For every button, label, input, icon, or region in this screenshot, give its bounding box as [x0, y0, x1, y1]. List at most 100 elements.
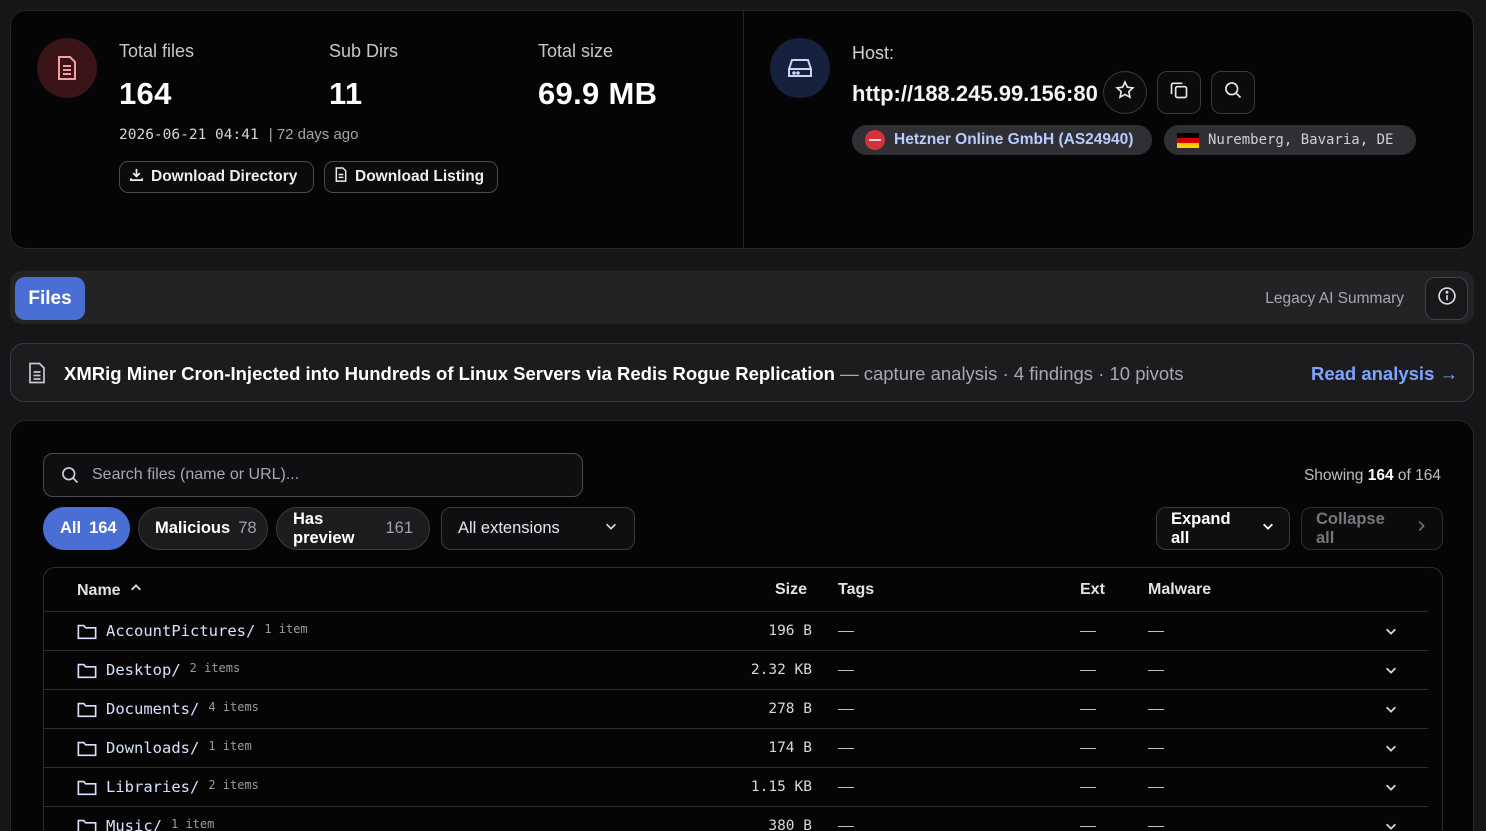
tab-files[interactable]: Files [15, 277, 85, 320]
folder-name[interactable]: Downloads/ [106, 739, 199, 757]
folder-name[interactable]: Libraries/ [106, 778, 199, 796]
chevron-down-icon [604, 519, 618, 538]
chevron-down-icon [1384, 624, 1398, 638]
analysis-summary: XMRig Miner Cron-Injected into Hundreds … [64, 363, 1184, 385]
download-listing-button[interactable]: Download Listing [324, 161, 498, 193]
table-row[interactable]: AccountPictures/1 item 196 B [44, 611, 1428, 650]
showing-number: 164 [1367, 467, 1394, 484]
file-name-cell[interactable]: Documents/4 items [77, 690, 259, 728]
folder-name[interactable]: Documents/ [106, 700, 199, 718]
folder-icon [77, 662, 97, 679]
table-row[interactable]: Libraries/2 items 1.15 KB [44, 767, 1428, 806]
extensions-select[interactable]: All extensions [441, 507, 635, 550]
analysis-banner[interactable]: XMRig Miner Cron-Injected into Hundreds … [10, 343, 1474, 402]
table-row[interactable]: Documents/4 items 278 B [44, 689, 1428, 728]
file-name-cell[interactable]: AccountPictures/1 item [77, 612, 308, 650]
tags-empty [838, 651, 854, 689]
malware-empty [1148, 690, 1164, 728]
malware-empty [1148, 651, 1164, 689]
total-size-stat: Total size 69.9 MB [538, 41, 657, 112]
table-row[interactable]: Downloads/1 item 174 B [44, 728, 1428, 767]
total-files-value: 164 [119, 76, 172, 111]
host-url[interactable]: http://188.245.99.156:80 [852, 81, 1098, 107]
showing-count: Showing 164 of 164 [1304, 467, 1441, 485]
folder-name[interactable]: Music/ [106, 817, 162, 831]
copy-url-button[interactable] [1157, 71, 1201, 114]
file-name-cell[interactable]: Music/1 item [77, 807, 214, 831]
search-icon [60, 465, 80, 485]
empty-dash [1148, 630, 1164, 632]
filter-preview-chip[interactable]: Has preview 161 [276, 507, 430, 550]
item-count: 2 items [189, 661, 241, 675]
expand-row-button[interactable] [1384, 612, 1398, 650]
expand-row-button[interactable] [1384, 651, 1398, 689]
folder-name[interactable]: Desktop/ [106, 661, 181, 679]
tags-empty [838, 612, 854, 650]
search-field[interactable] [43, 453, 583, 497]
column-header-ext[interactable]: Ext [1080, 581, 1105, 599]
asn-badge[interactable]: Hetzner Online GmbH (AS24940) [852, 125, 1152, 155]
empty-dash [838, 669, 854, 671]
item-count: 4 items [208, 700, 259, 714]
file-list-icon [334, 167, 348, 187]
empty-dash [1148, 825, 1164, 827]
expand-row-button[interactable] [1384, 690, 1398, 728]
info-icon [1437, 286, 1457, 311]
file-name-cell[interactable]: Desktop/2 items [77, 651, 240, 689]
column-header-tags: Tags [838, 581, 875, 598]
info-button[interactable] [1425, 277, 1468, 320]
analysis-meta: — capture analysis · 4 findings · 10 piv… [834, 363, 1184, 384]
search-host-button[interactable] [1211, 71, 1255, 114]
collapse-all-button[interactable]: Collapse all [1301, 507, 1443, 550]
favorite-button[interactable] [1103, 71, 1147, 114]
folder-icon [77, 818, 97, 831]
timestamp: 2026-06-21 04:41 [119, 126, 259, 143]
empty-dash [838, 708, 854, 710]
empty-dash [1148, 747, 1164, 749]
ext-empty [1080, 729, 1096, 767]
file-size: 380 B [768, 818, 812, 831]
search-input[interactable] [92, 466, 562, 484]
folder-icon [77, 740, 97, 757]
column-header-size[interactable]: Size [775, 581, 807, 599]
total-size-value: 69.9 MB [538, 76, 658, 111]
file-size: 278 B [768, 701, 812, 717]
download-directory-button[interactable]: Download Directory [119, 161, 314, 193]
expand-row-button[interactable] [1384, 768, 1398, 806]
empty-dash [1080, 669, 1096, 671]
empty-dash [838, 825, 854, 827]
table-row[interactable]: Desktop/2 items 2.32 KB [44, 650, 1428, 689]
read-analysis-link[interactable]: Read analysis → [1311, 363, 1458, 385]
download-icon [129, 167, 144, 187]
location-badge[interactable]: Nuremberg, Bavaria, DE [1164, 125, 1416, 155]
file-size: 174 B [768, 740, 812, 756]
expand-row-button[interactable] [1384, 729, 1398, 767]
table-row[interactable]: Music/1 item 380 B [44, 806, 1428, 831]
empty-dash [838, 747, 854, 749]
ext-empty [1080, 651, 1096, 689]
file-name-cell[interactable]: Libraries/2 items [77, 768, 259, 806]
empty-dash [1148, 708, 1164, 710]
legacy-ai-summary-link[interactable]: Legacy AI Summary [1265, 290, 1404, 308]
ext-empty [1080, 807, 1096, 831]
filter-malicious-chip[interactable]: Malicious 78 [138, 507, 268, 550]
empty-dash [838, 630, 854, 632]
folder-name[interactable]: AccountPictures/ [106, 622, 255, 640]
expand-row-button[interactable] [1384, 807, 1398, 831]
expand-all-label: Expand all [1171, 509, 1231, 547]
file-name-cell[interactable]: Downloads/1 item [77, 729, 252, 767]
empty-dash [1080, 786, 1096, 788]
column-header-name[interactable]: Name [77, 581, 143, 600]
filter-all-chip[interactable]: All 164 [43, 507, 130, 550]
column-header-malware[interactable]: Malware [1148, 581, 1211, 599]
folder-icon [77, 779, 97, 796]
sub-dirs-value: 11 [329, 76, 363, 111]
filter-all-count: 164 [89, 519, 117, 537]
filter-malicious-count: 78 [238, 519, 257, 537]
expand-all-button[interactable]: Expand all [1156, 507, 1290, 550]
chevron-right-icon [1414, 519, 1428, 538]
tags-empty [838, 807, 854, 831]
chevron-down-icon [1384, 663, 1398, 677]
folder-icon [77, 701, 97, 718]
sort-ascending-icon [129, 581, 143, 600]
